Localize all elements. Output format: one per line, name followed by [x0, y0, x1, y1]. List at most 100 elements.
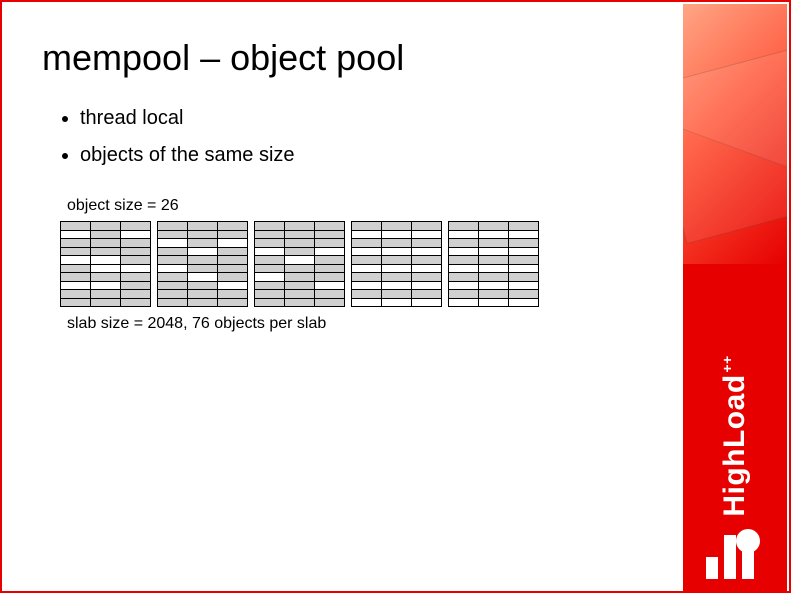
slab-cell	[412, 256, 442, 265]
slab-cell	[121, 222, 151, 231]
slab-cell	[509, 281, 539, 290]
slab-cell	[61, 298, 91, 307]
slab-cell	[91, 298, 121, 307]
slab-cell	[479, 298, 509, 307]
slab-cell	[382, 298, 412, 307]
slab-cell	[158, 273, 188, 282]
slab-cell	[255, 264, 285, 273]
slab-cell	[255, 290, 285, 299]
slab-cell	[158, 222, 188, 231]
slab-cell	[61, 264, 91, 273]
slab-cell	[449, 222, 479, 231]
slab-cell	[382, 273, 412, 282]
slab-cell	[449, 273, 479, 282]
slab-cell	[91, 273, 121, 282]
slab-cell	[218, 298, 248, 307]
slab-cell	[158, 256, 188, 265]
slab-cell	[412, 239, 442, 248]
slab-cell	[509, 290, 539, 299]
slab-cell	[449, 230, 479, 239]
slab-cell	[382, 256, 412, 265]
slide-content: mempool – object pool thread local objec…	[2, 2, 685, 591]
slab-cell	[61, 273, 91, 282]
slab-cell	[121, 247, 151, 256]
logo-icon	[706, 529, 764, 579]
slab-cell	[158, 290, 188, 299]
slab-cell	[382, 281, 412, 290]
slab-cell	[315, 230, 345, 239]
slab-cell	[121, 273, 151, 282]
slab-cell	[285, 222, 315, 231]
slab-cell	[158, 264, 188, 273]
slab-cell	[91, 239, 121, 248]
slab-cell	[509, 239, 539, 248]
slab	[254, 221, 345, 307]
slab-cell	[158, 298, 188, 307]
slab-cell	[352, 290, 382, 299]
brand-sidebar: HighLoad ++	[683, 4, 787, 593]
slab-cell	[315, 273, 345, 282]
slab-cell	[352, 239, 382, 248]
slab-cell	[255, 256, 285, 265]
slab-cell	[382, 290, 412, 299]
slab-cell	[218, 239, 248, 248]
slab-cell	[479, 290, 509, 299]
slab-cell	[188, 298, 218, 307]
bullet-item: thread local	[80, 107, 655, 130]
slab-cell	[315, 290, 345, 299]
slab-cell	[91, 247, 121, 256]
slab-cell	[218, 281, 248, 290]
slab-cell	[352, 247, 382, 256]
slab-cell	[91, 281, 121, 290]
slab-cell	[188, 256, 218, 265]
slab-size-label: slab size = 2048, 76 objects per slab	[67, 315, 655, 333]
logo-suffix: ++	[719, 355, 735, 372]
slab-cell	[188, 264, 218, 273]
slab-cell	[382, 264, 412, 273]
slab-cell	[91, 264, 121, 273]
slab-cell	[121, 256, 151, 265]
slab-cell	[188, 239, 218, 248]
slab-cell	[91, 290, 121, 299]
slab-cell	[479, 264, 509, 273]
slab-diagram	[60, 221, 655, 307]
slab-cell	[509, 247, 539, 256]
slab-cell	[188, 273, 218, 282]
slab-cell	[509, 222, 539, 231]
slide-title: mempool – object pool	[42, 37, 655, 79]
slab-cell	[255, 247, 285, 256]
slab-cell	[255, 239, 285, 248]
slab-cell	[255, 281, 285, 290]
slab-cell	[382, 247, 412, 256]
slab-cell	[479, 256, 509, 265]
bullet-item: objects of the same size	[80, 144, 655, 167]
slab-cell	[61, 247, 91, 256]
logo-text: HighLoad ++	[720, 357, 750, 517]
slab-cell	[91, 230, 121, 239]
slab-cell	[449, 247, 479, 256]
slab-cell	[449, 264, 479, 273]
slab-cell	[352, 256, 382, 265]
slab-cell	[188, 247, 218, 256]
slab-cell	[509, 264, 539, 273]
slab-cell	[61, 230, 91, 239]
slab-cell	[315, 239, 345, 248]
slab-cell	[315, 281, 345, 290]
logo-block: HighLoad ++	[683, 264, 787, 593]
slab-cell	[479, 273, 509, 282]
slab-cell	[218, 264, 248, 273]
slab-cell	[509, 230, 539, 239]
slab-cell	[158, 281, 188, 290]
slab-cell	[352, 264, 382, 273]
slab-cell	[449, 239, 479, 248]
slab-cell	[158, 230, 188, 239]
logo-name: HighLoad	[718, 375, 751, 517]
slab-cell	[509, 256, 539, 265]
slab-cell	[121, 290, 151, 299]
slab-cell	[255, 222, 285, 231]
slab-cell	[412, 298, 442, 307]
slab-cell	[121, 298, 151, 307]
slab-cell	[509, 273, 539, 282]
slab-cell	[412, 281, 442, 290]
slab	[351, 221, 442, 307]
